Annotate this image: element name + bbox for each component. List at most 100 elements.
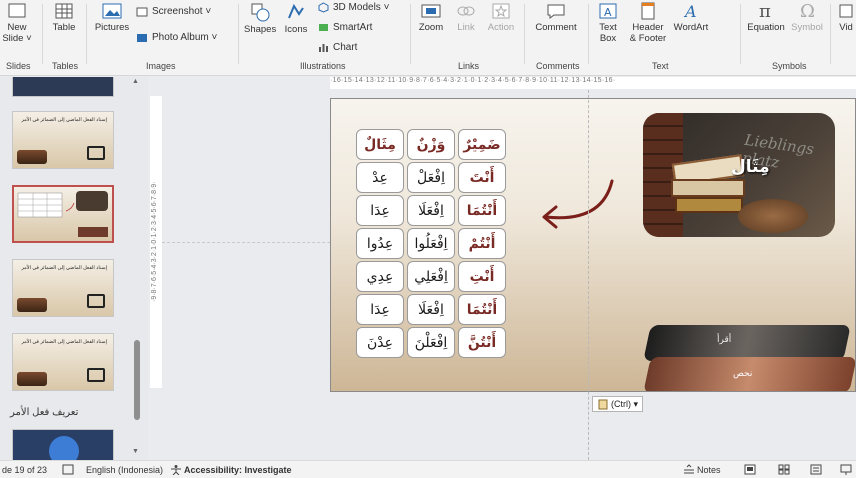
table-cell[interactable]: اِفْعَلْنَ <box>407 327 455 358</box>
slide-thumbnail[interactable]: إسناد الفعل الماضي إلى الضمائر في الأمر <box>12 333 114 391</box>
table-cell[interactable]: أَنْتِ <box>458 261 506 292</box>
zoom-icon <box>421 4 441 18</box>
pictures-icon <box>102 3 122 19</box>
horizontal-ruler[interactable]: ·16·15·14·13·12·11·10·9·8·7·6·5·4·3·2·1·… <box>330 77 856 89</box>
ribbon-insert: New Slide ˅ Table Pictures Screenshot ˅ … <box>0 0 856 76</box>
screenshot-button[interactable]: Screenshot ˅ <box>136 6 211 17</box>
screenshot-icon <box>136 7 148 16</box>
video-icon <box>839 4 853 18</box>
status-bar: de 19 of 23 English (Indonesia) Accessib… <box>0 460 856 478</box>
header-footer-button[interactable]: Header & Footer <box>628 2 668 44</box>
paste-options-button[interactable]: (Ctrl) ▾ <box>592 396 644 412</box>
reading-view-icon[interactable] <box>810 464 822 475</box>
normal-view-icon[interactable] <box>744 464 756 475</box>
vertical-ruler[interactable]: ·9·8·7·6·5·4·3·2·1·0·1·2·3·4·5·6·7·8·9· <box>150 96 162 388</box>
language-indicator[interactable]: English (Indonesia) <box>86 465 163 475</box>
svg-text:π: π <box>759 2 771 20</box>
slide-counter[interactable]: de 19 of 23 <box>2 465 47 475</box>
table-cell[interactable]: عِدَا <box>356 294 404 325</box>
comment-icon <box>547 4 565 19</box>
group-illustrations: Illustrations <box>300 61 346 71</box>
svg-text:A: A <box>683 2 697 20</box>
spellcheck-icon[interactable] <box>62 464 74 475</box>
slide-thumbnails-panel: إسناد الفعل الماضي إلى الضمائر في الأمر … <box>0 77 148 460</box>
link-button[interactable]: Link <box>452 2 480 33</box>
group-images: Images <box>146 61 176 71</box>
pi-icon: π <box>759 2 771 20</box>
table-cell[interactable]: أَنْتُمَا <box>458 294 506 325</box>
table-cell[interactable]: اِفْعَلَا <box>407 195 455 226</box>
action-button[interactable]: Action <box>486 2 516 33</box>
3d-models-button[interactable]: 3D Models ˅ <box>318 2 389 13</box>
curved-arrow-icon[interactable] <box>536 177 616 239</box>
scroll-down-icon[interactable]: ▼ <box>132 448 139 455</box>
ribbon-group-labels: Slides Tables Images Illustrations Links… <box>0 58 856 74</box>
table-header-cell[interactable]: مِثَالٌ <box>356 129 404 160</box>
photo-caption: مِثَال <box>731 157 770 177</box>
table-cell[interactable]: اِفْعَلَا <box>407 294 455 325</box>
section-heading[interactable]: تعريف فعل الأمر <box>10 407 78 418</box>
slide-thumbnail[interactable]: إسناد الفعل الماضي إلى الضمائر في الأمر <box>12 111 114 169</box>
table-cell[interactable]: عِدِي <box>356 261 404 292</box>
slide-canvas[interactable]: مِثَالٌ وَزْنٌ ضَمِيْرٌ عِدْ اِفْعَلْ أَ… <box>330 98 856 392</box>
group-text: Text <box>652 61 669 71</box>
table-cell[interactable]: أَنْتُمْ <box>458 228 506 259</box>
wordart-icon: A <box>683 2 697 20</box>
table-cell[interactable]: عِدْ <box>356 162 404 193</box>
table-cell[interactable]: عِدْنَ <box>356 327 404 358</box>
table-cell[interactable]: أَنْتَ <box>458 162 506 193</box>
symbol-button[interactable]: Ω Symbol <box>790 2 824 33</box>
conjugation-table[interactable]: مِثَالٌ وَزْنٌ ضَمِيْرٌ عِدْ اِفْعَلْ أَ… <box>356 129 506 358</box>
svg-text:A: A <box>604 6 612 19</box>
icons-button[interactable]: Icons <box>282 2 310 35</box>
table-cell[interactable]: عِدَا <box>356 195 404 226</box>
slide-thumbnail[interactable]: إسناد الفعل الماضي إلى الضمائر في الأمر <box>12 259 114 317</box>
pictures-button[interactable]: Pictures <box>94 2 130 33</box>
scroll-thumb[interactable] <box>134 340 140 420</box>
slide-thumbnail-selected[interactable] <box>12 185 114 243</box>
table-cell[interactable]: اِفْعَلِي <box>407 261 455 292</box>
books-stack-image[interactable]: أقرأ نحص <box>643 321 855 391</box>
photo-album-button[interactable]: Photo Album ˅ <box>136 32 217 43</box>
group-divider <box>830 4 831 64</box>
smartart-icon <box>319 24 328 31</box>
slide-thumbnail[interactable] <box>12 77 114 97</box>
slide-sorter-icon[interactable] <box>778 464 790 475</box>
slide-thumbnail[interactable] <box>12 429 114 460</box>
table-cell[interactable]: أَنْتُنَّ <box>458 327 506 358</box>
zoom-button[interactable]: Zoom <box>416 2 446 33</box>
notes-button[interactable]: Notes <box>697 465 721 475</box>
video-button[interactable]: Vid <box>836 2 856 33</box>
table-cell[interactable]: أَنْتُمَا <box>458 195 506 226</box>
chart-icon <box>319 44 328 52</box>
text-box-icon: A <box>599 3 617 19</box>
slide-thumbnail-preview <box>17 191 108 237</box>
shapes-button[interactable]: Shapes <box>244 2 276 35</box>
table-header-cell[interactable]: وَزْنٌ <box>407 129 455 160</box>
group-divider <box>588 4 589 64</box>
new-slide-button[interactable]: New Slide ˅ <box>2 2 32 44</box>
text-box-button[interactable]: A Text Box <box>594 2 622 44</box>
group-divider <box>524 4 525 64</box>
comment-button[interactable]: Comment <box>532 2 580 33</box>
table-cell[interactable]: اِفْعَلُوا <box>407 228 455 259</box>
accessibility-status[interactable]: Accessibility: Investigate <box>184 465 292 475</box>
wordart-button[interactable]: A WordArt <box>672 2 710 33</box>
group-divider <box>410 4 411 64</box>
slideshow-icon[interactable] <box>840 464 852 475</box>
table-cell[interactable]: عِدُوا <box>356 228 404 259</box>
header-footer-icon <box>641 2 655 20</box>
omega-icon: Ω <box>800 2 815 20</box>
vertical-guide[interactable] <box>588 90 589 460</box>
table-header-cell[interactable]: ضَمِيْرٌ <box>458 129 506 160</box>
icons-icon <box>288 3 304 19</box>
table-button[interactable]: Table <box>48 2 80 33</box>
slides-panel-scrollbar[interactable]: ▲ ▼ <box>132 78 142 456</box>
equation-button[interactable]: π Equation <box>746 2 786 33</box>
scroll-up-icon[interactable]: ▲ <box>132 78 139 85</box>
books-photo[interactable]: Lieblings platz مِثَال <box>643 113 835 237</box>
smartart-button[interactable]: SmartArt <box>318 22 372 33</box>
table-cell[interactable]: اِفْعَلْ <box>407 162 455 193</box>
group-slides: Slides <box>6 61 31 71</box>
chart-button[interactable]: Chart <box>318 42 357 53</box>
